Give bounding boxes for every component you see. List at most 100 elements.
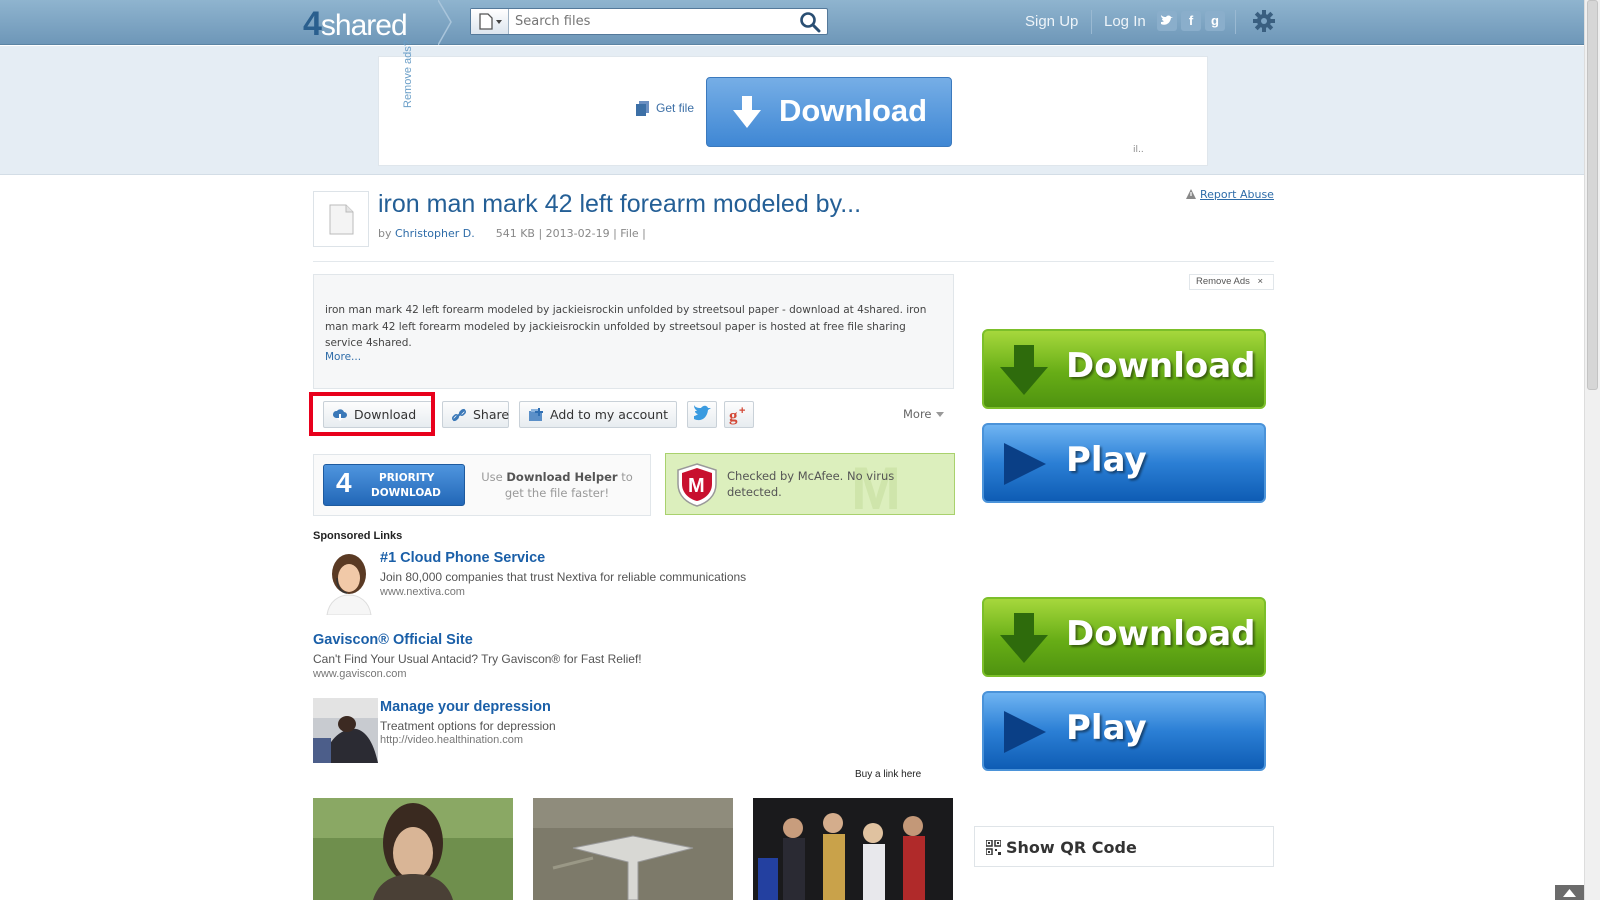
big-download-label: Download xyxy=(1066,346,1256,386)
download-arrow-icon xyxy=(733,96,761,128)
ad-big-play-button[interactable]: Play xyxy=(982,691,1266,771)
qr-code-icon xyxy=(986,840,1001,855)
big-play-label: Play xyxy=(1066,440,1147,480)
play-icon xyxy=(1004,711,1046,753)
big-download-label: Download xyxy=(1066,614,1256,654)
download-helper-link[interactable]: Download Helper xyxy=(506,470,617,484)
sponsored-link-heading[interactable]: Manage your depression xyxy=(380,699,551,715)
sponsored-link-url[interactable]: http://video.healthination.com xyxy=(380,734,523,746)
helper-pre: Use xyxy=(481,470,503,484)
priority-logo-number: 4 xyxy=(336,467,352,498)
chevron-down-icon[interactable] xyxy=(936,412,944,417)
twitter-bird-glyph xyxy=(1161,15,1173,25)
header-divider xyxy=(313,261,1274,262)
add-to-account-button[interactable]: Add to my account xyxy=(519,401,677,428)
ad-big-download-button[interactable]: Download xyxy=(982,597,1266,677)
header-separator xyxy=(1091,10,1092,34)
twitter-icon xyxy=(694,405,711,421)
file-thumbnail xyxy=(313,191,369,247)
google-plus-share-button[interactable]: g + xyxy=(724,401,754,428)
search-icon[interactable] xyxy=(799,11,821,33)
ad-download-label: Download xyxy=(779,93,928,128)
thumbnail-image[interactable] xyxy=(533,798,733,900)
more-dropdown[interactable]: More xyxy=(903,407,932,421)
twitter-share-button[interactable] xyxy=(687,401,717,428)
download-highlight-box xyxy=(309,392,435,436)
facebook-icon[interactable]: f xyxy=(1181,11,1201,31)
buy-link-here[interactable]: Buy a link here xyxy=(855,769,921,780)
file-byline: by Christopher D. 541 KB | 2013-02-19 | … xyxy=(378,227,646,240)
file-type-icon xyxy=(479,13,502,30)
file-type-dropdown[interactable] xyxy=(471,9,509,34)
author-link[interactable]: Christopher D. xyxy=(395,227,475,240)
top-navigation-bar: 4shared Sign Up Log In f g xyxy=(0,0,1584,45)
airport-aerial-image xyxy=(533,798,733,900)
mcafee-text: Checked by McAfee. No virus detected. xyxy=(727,469,895,499)
twitter-icon[interactable] xyxy=(1157,11,1177,31)
scrollbar-thumb[interactable] xyxy=(1587,0,1598,390)
arrow-up-icon xyxy=(1563,889,1576,897)
search-box xyxy=(470,8,828,35)
sponsored-link-heading[interactable]: #1 Cloud Phone Service xyxy=(380,550,545,566)
vertical-scrollbar[interactable] xyxy=(1584,0,1600,900)
file-meta: 541 KB | 2013-02-19 | File | xyxy=(495,227,646,240)
remove-ads-label: Remove Ads xyxy=(1196,276,1250,287)
site-logo[interactable]: 4shared xyxy=(303,5,408,44)
ad-big-download-button[interactable]: Download xyxy=(982,329,1266,409)
logo-text: shared xyxy=(320,9,408,42)
header-separator xyxy=(1235,10,1236,34)
play-icon xyxy=(1004,443,1046,485)
gear-icon[interactable] xyxy=(1252,9,1276,33)
svg-text:+: + xyxy=(739,405,745,417)
logo-number: 4 xyxy=(303,5,322,43)
sponsored-links-title: Sponsored Links xyxy=(313,530,403,542)
ad-download-button[interactable]: Download xyxy=(706,77,952,147)
add-to-account-icon xyxy=(529,408,543,421)
sponsored-link-description: Treatment options for depression xyxy=(380,719,556,733)
sponsored-link-description: Join 80,000 companies that trust Nextiva… xyxy=(380,570,747,584)
logo-chevron-icon xyxy=(438,0,452,45)
login-link[interactable]: Log In xyxy=(1104,13,1146,30)
mcafee-shield-icon: M xyxy=(677,463,717,507)
close-icon[interactable]: × xyxy=(1258,276,1264,287)
google-icon[interactable]: g xyxy=(1205,11,1225,31)
show-qr-code-label: Show QR Code xyxy=(1006,838,1137,857)
big-play-label: Play xyxy=(1066,708,1147,748)
mcafee-shield-letter: M xyxy=(688,475,705,497)
ad-image-headset-woman[interactable] xyxy=(313,550,378,615)
get-file-label[interactable]: Get file xyxy=(656,101,694,115)
priority-line1: PRIORITY xyxy=(379,472,435,484)
show-qr-code-button[interactable]: Show QR Code xyxy=(974,826,1274,867)
priority-download-button[interactable]: 4 PRIORITY DOWNLOAD xyxy=(323,464,465,506)
report-abuse-link[interactable]: Report Abuse xyxy=(1200,188,1274,201)
share-button[interactable]: Share xyxy=(442,401,509,428)
remove-ads-button[interactable]: Remove Ads × xyxy=(1189,274,1274,290)
signup-link[interactable]: Sign Up xyxy=(1025,13,1078,30)
woman-portrait-image xyxy=(313,798,513,900)
depression-image xyxy=(313,698,378,763)
share-link-icon xyxy=(451,408,467,422)
sponsored-link-description: Can't Find Your Usual Antacid? Try Gavis… xyxy=(313,652,642,666)
remove-ads-link[interactable]: Remove ads? xyxy=(402,40,414,108)
sponsored-link-heading[interactable]: Gaviscon® Official Site xyxy=(313,632,473,648)
headset-woman-image xyxy=(313,550,378,615)
search-input[interactable] xyxy=(515,12,785,31)
scroll-to-top-button[interactable] xyxy=(1555,885,1584,900)
download-arrow-icon xyxy=(1000,613,1048,663)
download-arrow-icon xyxy=(1000,345,1048,395)
ad-big-play-button[interactable]: Play xyxy=(982,423,1266,503)
share-button-label: Share xyxy=(473,407,510,422)
ad-image-depression[interactable] xyxy=(313,698,378,763)
file-title: iron man mark 42 left forearm modeled by… xyxy=(378,190,862,218)
sponsored-link-url[interactable]: www.nextiva.com xyxy=(380,586,465,598)
thumbnail-image[interactable] xyxy=(753,798,953,900)
description-more-link[interactable]: More... xyxy=(325,351,361,363)
get-file-icon xyxy=(636,101,649,116)
description-text: iron man mark 42 left forearm modeled by… xyxy=(325,304,927,349)
ad-tag: il.. xyxy=(1133,145,1144,155)
crowd-event-image xyxy=(753,798,953,900)
sponsored-link-url[interactable]: www.gaviscon.com xyxy=(313,668,407,680)
mcafee-check-panel: M M Checked by McAfee. No virus detected… xyxy=(665,453,955,522)
by-label: by xyxy=(378,227,392,240)
thumbnail-image[interactable] xyxy=(313,798,513,900)
